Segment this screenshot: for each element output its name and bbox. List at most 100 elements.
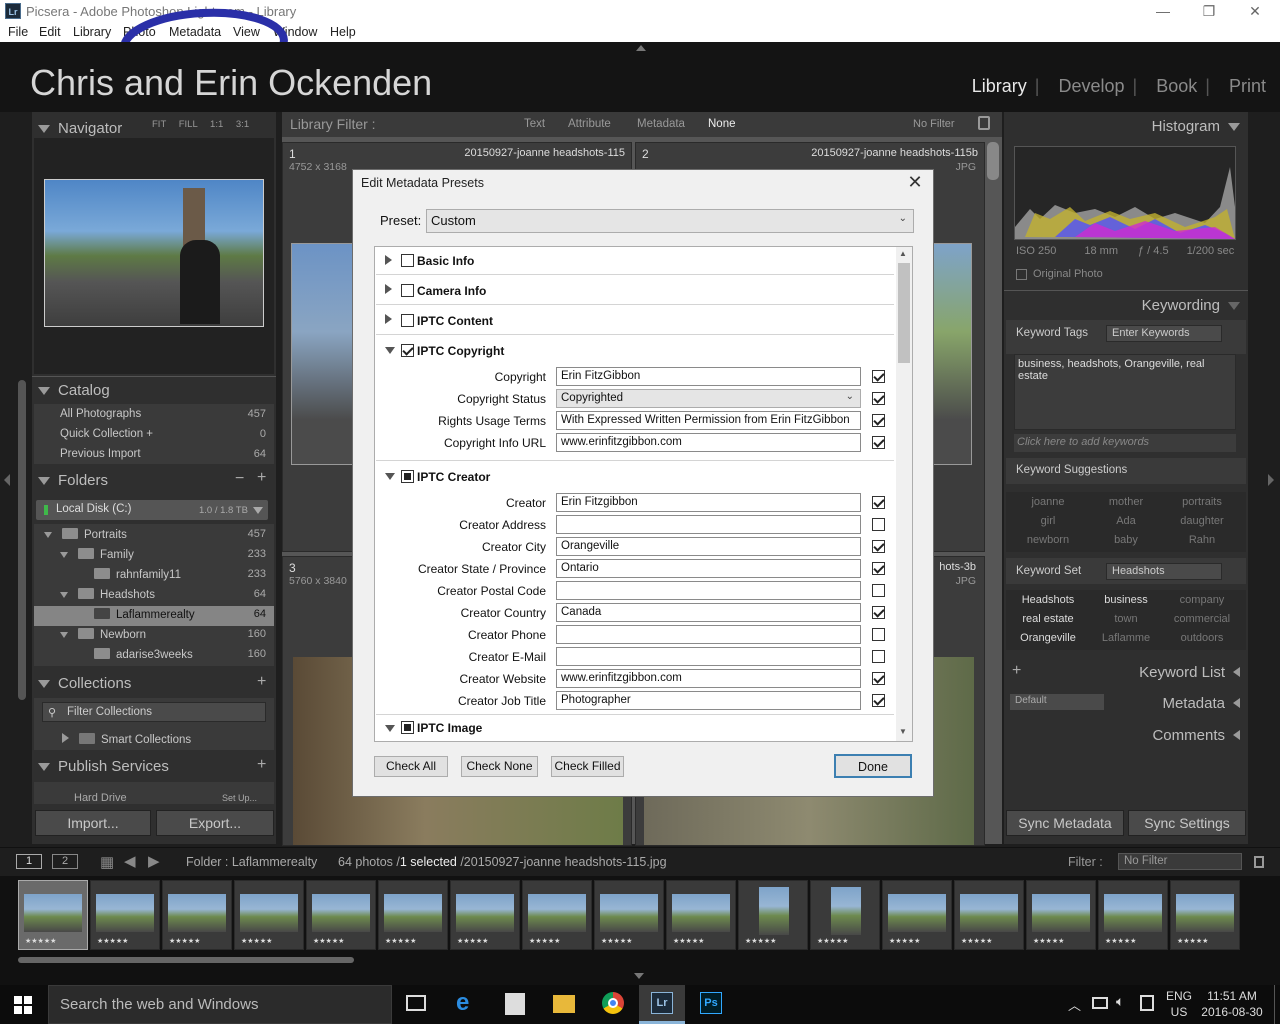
field-input[interactable] [556, 515, 861, 534]
field-checkbox[interactable] [872, 370, 885, 383]
back-arrow-icon[interactable]: ◀ [124, 852, 136, 870]
keyword-suggestion[interactable]: newborn [1010, 534, 1086, 546]
local-disk[interactable]: Local Disk (C:) 1.0 / 1.8 TB [36, 500, 268, 520]
folder-item[interactable]: Portraits [44, 528, 127, 541]
filmstrip-thumbnail[interactable]: ★★★★★ [90, 880, 160, 950]
filmstrip-thumbnail[interactable]: ★★★★★ [1170, 880, 1240, 950]
filter-none[interactable]: None [708, 118, 736, 130]
catalog-item[interactable]: All Photographs [60, 408, 141, 420]
keyword-suggestion[interactable]: joanne [1010, 496, 1086, 508]
tray-overflow-icon[interactable]: ︿ [1068, 995, 1081, 1014]
field-input[interactable] [556, 581, 861, 600]
edge-icon[interactable]: e [456, 989, 469, 1017]
filmstrip-thumbnail[interactable]: ★★★★★ [1098, 880, 1168, 950]
section-checkbox[interactable] [401, 721, 414, 734]
filmstrip-thumbnail[interactable]: ★★★★★ [162, 880, 232, 950]
catalog-item[interactable]: Quick Collection + [60, 428, 153, 440]
keywording-header[interactable]: Keywording [1142, 297, 1240, 314]
keyword-set-select[interactable]: Headshots [1106, 563, 1222, 580]
forward-arrow-icon[interactable]: ▶ [148, 852, 160, 870]
filter-metadata[interactable]: Metadata [637, 118, 685, 130]
catalog-item[interactable]: Previous Import [60, 448, 141, 460]
expand-arrow-icon[interactable] [385, 473, 395, 480]
folder-item[interactable]: Family [60, 548, 134, 561]
filter-text[interactable]: Text [524, 118, 545, 130]
field-checkbox[interactable] [872, 650, 885, 663]
done-button[interactable]: Done [834, 754, 912, 778]
keyword-set-item[interactable]: business [1088, 594, 1164, 606]
section-basic-info[interactable]: Basic Info [376, 247, 894, 275]
filter-attribute[interactable]: Attribute [568, 118, 611, 130]
filmstrip-thumbnail[interactable]: ★★★★★ [522, 880, 592, 950]
field-checkbox[interactable] [872, 414, 885, 427]
collections-header[interactable]: Collections [38, 675, 131, 692]
keyword-set-item[interactable]: Orangeville [1010, 632, 1086, 644]
network-icon[interactable] [1092, 997, 1108, 1009]
field-input[interactable] [556, 625, 861, 644]
comments-header[interactable]: Comments [1152, 727, 1240, 744]
folder-item[interactable]: Headshots [60, 588, 155, 601]
keyword-set-item[interactable]: company [1164, 594, 1240, 606]
export-button[interactable]: Export... [156, 810, 274, 836]
filmstrip-thumbnail[interactable]: ★★★★★ [450, 880, 520, 950]
field-input[interactable]: With Expressed Written Permission from E… [556, 411, 861, 430]
keyword-suggestion[interactable]: girl [1010, 515, 1086, 527]
left-panel-toggle-icon[interactable] [4, 474, 10, 486]
filmstrip-thumbnail[interactable]: ★★★★★ [810, 880, 880, 950]
filmstrip-thumbnail[interactable]: ★★★★★ [882, 880, 952, 950]
language-indicator[interactable]: ENG US [1166, 988, 1192, 1020]
keyword-set-item[interactable]: commercial [1164, 613, 1240, 625]
field-input[interactable]: Erin FitzGibbon [556, 367, 861, 386]
remove-folder-button[interactable]: − [235, 470, 244, 488]
preset-select[interactable]: Custom ⌄ [426, 209, 914, 233]
field-checkbox[interactable] [872, 562, 885, 575]
field-checkbox[interactable] [872, 496, 885, 509]
add-publish-button[interactable]: + [257, 756, 266, 774]
import-button[interactable]: Import... [35, 810, 151, 836]
section-checkbox[interactable] [401, 314, 414, 327]
setup-link[interactable]: Set Up... [222, 793, 257, 803]
keyword-suggestion[interactable]: daughter [1164, 515, 1240, 527]
keyword-suggestion[interactable]: Rahn [1164, 534, 1240, 546]
folder-item[interactable]: adarise3weeks [94, 648, 193, 661]
metadata-preset-select[interactable]: Default [1010, 694, 1104, 710]
keyword-set-item[interactable]: Headshots [1010, 594, 1086, 606]
menu-library[interactable]: Library [73, 25, 111, 39]
keyword-suggestion[interactable]: baby [1088, 534, 1164, 546]
menu-file[interactable]: File [8, 25, 28, 39]
section-checkbox[interactable] [401, 254, 414, 267]
section-checkbox[interactable] [401, 284, 414, 297]
section-checkbox[interactable] [401, 470, 414, 483]
add-keyword-button[interactable]: + [1012, 662, 1021, 680]
add-folder-button[interactable]: + [257, 469, 266, 487]
dialog-close-icon[interactable]: ✕ [905, 172, 925, 193]
field-input[interactable]: www.erinfitzgibbon.com [556, 669, 861, 688]
filmstrip-thumbnail[interactable]: ★★★★★ [666, 880, 736, 950]
taskbar-search-box[interactable]: Search the web and Windows [48, 985, 392, 1024]
menu-edit[interactable]: Edit [39, 25, 61, 39]
scroll-down-icon[interactable]: ▼ [899, 727, 907, 736]
section-checkbox[interactable] [401, 344, 414, 357]
catalog-header[interactable]: Catalog [38, 382, 110, 399]
original-photo-checkbox[interactable] [1016, 269, 1027, 280]
secondary-display-button[interactable]: 2 [52, 854, 78, 869]
filter-preset[interactable]: No Filter [913, 118, 955, 130]
keyword-suggestion[interactable]: portraits [1164, 496, 1240, 508]
collapse-top-icon[interactable] [636, 45, 646, 51]
field-input[interactable] [556, 647, 861, 666]
scroll-up-icon[interactable]: ▲ [899, 249, 907, 258]
close-window-button[interactable]: ✕ [1240, 2, 1270, 20]
task-view-icon[interactable] [406, 995, 426, 1011]
disk-dropdown-icon[interactable] [253, 507, 263, 514]
field-checkbox[interactable] [872, 518, 885, 531]
keyword-set-item[interactable]: town [1088, 613, 1164, 625]
keyword-set-item[interactable]: real estate [1010, 613, 1086, 625]
show-desktop-button[interactable] [1274, 985, 1280, 1024]
module-develop[interactable]: Develop [1059, 76, 1125, 96]
module-print[interactable]: Print [1229, 76, 1266, 96]
module-book[interactable]: Book [1156, 76, 1197, 96]
field-checkbox[interactable] [872, 606, 885, 619]
keyword-set-item[interactable]: outdoors [1164, 632, 1240, 644]
photoshop-icon[interactable]: Ps [700, 992, 722, 1014]
filmstrip-thumbnail[interactable]: ★★★★★ [1026, 880, 1096, 950]
